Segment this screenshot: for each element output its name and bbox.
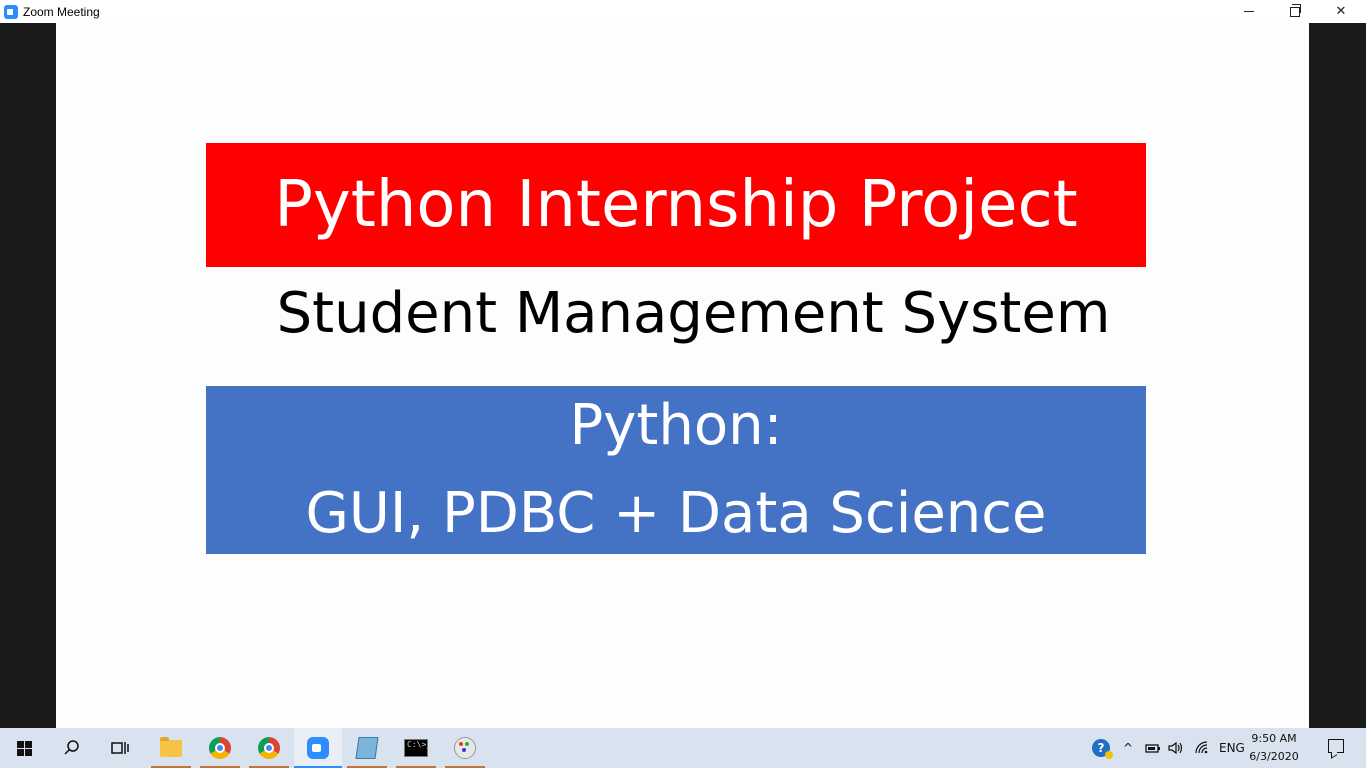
cmd-icon: C:\>_ — [404, 739, 431, 757]
clock[interactable]: 9:50 AM 6/3/2020 — [1244, 730, 1304, 766]
close-button[interactable]: ✕ — [1318, 0, 1364, 23]
network-button[interactable] — [1194, 728, 1210, 768]
slide-title: Python Internship Project — [274, 168, 1078, 242]
task-view-button[interactable] — [96, 728, 144, 768]
topic-line-2: GUI, PDBC + Data Science — [305, 481, 1047, 546]
taskbar: C:\>_ ? ^ ENG 9:50 AM 6/3/2020 — [0, 728, 1366, 768]
search-icon — [64, 740, 79, 755]
paint-button[interactable] — [441, 728, 489, 768]
slide-subtitle: Student Management System — [276, 281, 1111, 346]
volume-icon — [1168, 741, 1183, 755]
window-titlebar: Zoom Meeting ✕ — [0, 0, 1366, 23]
topic-line-1: Python: — [569, 393, 783, 458]
notepad-icon — [355, 737, 379, 759]
search-button[interactable] — [48, 728, 96, 768]
window-title: Zoom Meeting — [23, 4, 100, 19]
input-language-button[interactable]: ENG — [1219, 728, 1245, 768]
windows-logo-icon — [16, 740, 32, 756]
paint-icon — [454, 737, 476, 759]
notepad-button[interactable] — [343, 728, 391, 768]
restore-icon — [1290, 3, 1301, 17]
zoom-button[interactable] — [294, 728, 342, 768]
minimize-icon — [1244, 11, 1254, 12]
battery-button[interactable] — [1145, 728, 1161, 768]
file-explorer-button[interactable] — [147, 728, 195, 768]
help-icon: ? — [1092, 739, 1113, 759]
command-prompt-button[interactable]: C:\>_ — [392, 728, 440, 768]
shared-slide: Python Internship Project Student Manage… — [56, 23, 1309, 728]
volume-button[interactable] — [1167, 728, 1183, 768]
folder-icon — [160, 736, 182, 757]
chrome-icon — [209, 737, 231, 759]
meeting-view: Python Internship Project Student Manage… — [0, 23, 1366, 728]
task-view-icon — [111, 742, 129, 754]
clock-date: 6/3/2020 — [1249, 750, 1299, 763]
title-banner: Python Internship Project — [206, 143, 1146, 267]
start-button[interactable] — [0, 728, 48, 768]
action-center-icon[interactable] — [1328, 739, 1344, 753]
wifi-icon — [1195, 741, 1208, 754]
battery-icon — [1145, 744, 1160, 753]
zoom-app-icon — [4, 4, 18, 19]
chrome-button-2[interactable] — [245, 728, 293, 768]
chrome-button-1[interactable] — [196, 728, 244, 768]
topic-banner: Python: GUI, PDBC + Data Science — [206, 386, 1146, 554]
minimize-button[interactable] — [1226, 0, 1272, 23]
chevron-up-icon: ^ — [1123, 741, 1134, 755]
chrome-icon — [258, 737, 280, 759]
show-hidden-icons-button[interactable]: ^ — [1123, 728, 1133, 768]
zoom-icon — [307, 737, 329, 759]
close-icon: ✕ — [1335, 4, 1347, 19]
restore-button[interactable] — [1272, 0, 1318, 23]
help-tray-button[interactable]: ? — [1092, 728, 1113, 768]
language-indicator: ENG — [1219, 741, 1245, 755]
clock-time: 9:50 AM — [1251, 732, 1297, 745]
